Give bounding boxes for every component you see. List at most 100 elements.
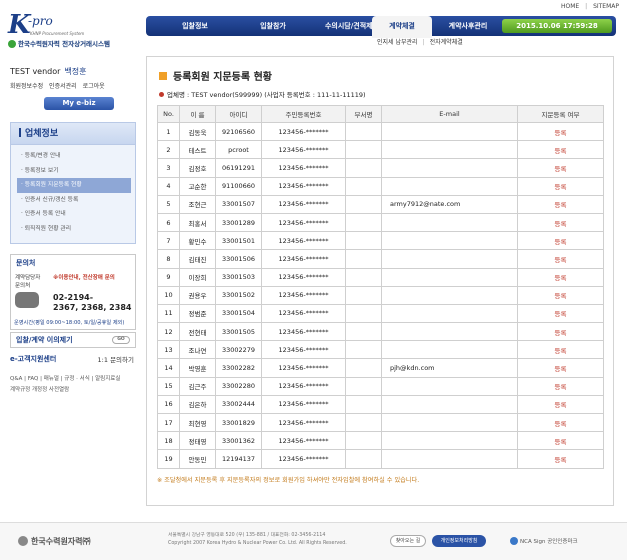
cell-status: 등록	[517, 322, 604, 342]
nav-item-bid-info[interactable]: 입찰정보	[156, 16, 234, 36]
table-header-row: No. 이 름 아이디 주민등록번호 부서명 E-mail 지문등록 여부	[157, 105, 604, 123]
cell-dept	[345, 285, 382, 305]
side-menu-item-cert-guide[interactable]: · 인증서 등록 안내	[17, 207, 131, 222]
cell-dept	[345, 394, 382, 415]
cell-no: 11	[157, 303, 180, 324]
table-row: 4 고순한 91100660 123456-******* 등록	[157, 176, 604, 196]
nav-item-contract[interactable]: 계약체결	[372, 16, 432, 38]
cell-no: 19	[157, 449, 180, 469]
cell-id: 33002279	[215, 340, 262, 360]
cell-id: 33002280	[215, 376, 262, 396]
cell-no: 16	[157, 394, 180, 415]
col-header-status: 지문등록 여부	[517, 105, 604, 123]
cell-dept	[345, 231, 382, 251]
cell-id: 33002444	[215, 394, 262, 415]
footer: 한국수력원자력㈜ 서울특별시 강남구 영동대로 520 (우) 135-881 …	[0, 522, 627, 560]
cell-name: 정범준	[179, 303, 216, 324]
objection-go-button[interactable]: GO	[112, 336, 130, 344]
support-number-line2: 2367, 2368, 2384	[53, 303, 132, 312]
cell-no: 3	[157, 158, 180, 178]
cell-status: 등록	[517, 158, 604, 178]
table-row: 5 조현근 33001507 123456-******* army7912@nate.…	[157, 194, 604, 214]
logout-link[interactable]: 로그아웃	[83, 83, 105, 90]
support-hours: 운영시간(평일 09:00~18:00, 토/일/공휴일 제외)	[14, 320, 125, 326]
footer-copyright: Copyright 2007 Korea Hydro & Nuclear Pow…	[168, 541, 347, 546]
side-menu-item-label: 등록/변경 안내	[24, 153, 61, 159]
cell-no: 10	[157, 285, 180, 305]
cell-name: 박영훈	[179, 358, 216, 378]
cell-id: 33001504	[215, 303, 262, 324]
cell-ssn: 123456-*******	[261, 322, 346, 342]
divider: |	[422, 39, 425, 46]
cell-dept	[345, 267, 382, 287]
cell-status: 등록	[517, 340, 604, 360]
cell-name: 김태진	[179, 249, 216, 269]
content-panel: 등록회원 지문등록 현황 업체명 : TEST vendor(599999) (…	[146, 56, 614, 506]
subnav-stamp-tax[interactable]: 인지세 납부관리	[377, 39, 418, 46]
cell-id: 12194137	[215, 449, 262, 469]
cell-email	[381, 212, 518, 233]
side-menu-item-reg-view[interactable]: · 등록정보 보기	[17, 164, 131, 179]
top-utility-links: HOME | SITEMAP	[557, 3, 619, 10]
support-number-line1: 02-2194-	[53, 293, 94, 302]
logo-name-text: 한국수력원자력 전자상거래시스템	[18, 40, 110, 48]
sub-nav: 인지세 납부관리 | 전자계약체결	[372, 37, 468, 49]
support-number: 02-2194- 2367, 2368, 2384	[53, 293, 131, 313]
e-center-links[interactable]: Q&A | FAQ | 매뉴얼 | 규정 · 서식 | 알림지료실 계약규정 개…	[10, 374, 136, 396]
nca-sign-icon	[510, 537, 518, 545]
col-header-dept: 부서명	[345, 105, 382, 123]
cell-no: 8	[157, 249, 180, 269]
cell-no: 2	[157, 140, 180, 160]
cell-email	[381, 121, 518, 142]
cell-ssn: 123456-*******	[261, 231, 346, 251]
privacy-policy-button[interactable]: 개인정보처리방침	[432, 535, 486, 547]
cell-no: 6	[157, 212, 180, 233]
footer-logo-text: 한국수력원자력㈜	[31, 537, 91, 546]
table-row: 1 김동욱 92106560 123456-******* 등록	[157, 121, 604, 142]
objection-label: 입찰/계약 이의제기	[16, 336, 73, 344]
sitemap-link[interactable]: SITEMAP	[593, 3, 619, 10]
nav-item-post-contract[interactable]: 계약사후관리	[436, 16, 500, 36]
title-bar-icon	[19, 128, 21, 137]
cell-name: 김은하	[179, 394, 216, 415]
cell-email	[381, 231, 518, 251]
cell-status: 등록	[517, 358, 604, 378]
site-logo[interactable]: K -pro KHNP Procurement System 한국수력원자력 전…	[8, 10, 138, 52]
e-center-links-line1: Q&A | FAQ | 매뉴얼 | 규정 · 서식 | 알림지료실	[10, 376, 121, 382]
home-link[interactable]: HOME	[561, 3, 579, 10]
side-menu-item-fingerprint-status[interactable]: · 등록회원 지문등록 현황	[17, 178, 131, 193]
cell-name: 테스트	[179, 140, 216, 160]
one-to-one-inquiry-link[interactable]: 1:1 문의하기	[98, 354, 134, 364]
cell-email	[381, 394, 518, 415]
cell-dept	[345, 340, 382, 360]
nav-item-bid-participation[interactable]: 입찰참가	[234, 16, 312, 36]
cell-id: 33001503	[215, 267, 262, 287]
cell-status: 등록	[517, 394, 604, 415]
cell-id: 33001289	[215, 212, 262, 233]
subnav-e-contract[interactable]: 전자계약체결	[430, 39, 463, 46]
cell-email	[381, 158, 518, 178]
edit-profile-link[interactable]: 회원정보수정	[10, 83, 43, 90]
side-menu-item-label: 인증서 신규/갱신 등록	[24, 196, 79, 203]
contract-officer-label: 계약담당자 문의처	[15, 275, 41, 289]
khnp-logo-icon	[18, 536, 28, 546]
certificate-link[interactable]: 인증서관리	[49, 83, 77, 90]
side-menu: 업체정보 · 등록/변경 안내 · 등록정보 보기 · 등록회원 지문등록 현황…	[10, 122, 136, 244]
logo-tagline: KHNP Procurement System	[30, 31, 85, 36]
my-ebiz-button[interactable]: My e-biz	[44, 97, 114, 110]
cell-ssn: 123456-*******	[261, 249, 346, 269]
contract-officer-contact[interactable]: 계약담당자 문의처	[15, 273, 47, 308]
directions-button[interactable]: 찾아오는 길	[390, 535, 426, 547]
cell-email: army7912@nate.com	[381, 194, 518, 214]
cell-ssn: 123456-*******	[261, 449, 346, 469]
side-menu-item-reg-guide[interactable]: · 등록/변경 안내	[17, 149, 131, 164]
logo-pro: -pro	[28, 14, 53, 28]
cell-no: 13	[157, 340, 180, 360]
cell-name: 조현근	[179, 194, 216, 214]
cell-name: 김정호	[179, 158, 216, 178]
user-name-line: TEST vendor 백정훈	[10, 66, 136, 77]
side-menu-item-cert-register[interactable]: · 인증서 신규/갱신 등록	[17, 193, 131, 208]
notice-text: ※ 조달청에서 지문등록 후 지문등록자의 정보로 회원가입 하셔야만 전자입찰…	[157, 477, 420, 484]
cell-email	[381, 322, 518, 342]
side-menu-item-retired-staff[interactable]: · 퇴직직원 현황 관리	[17, 222, 131, 237]
